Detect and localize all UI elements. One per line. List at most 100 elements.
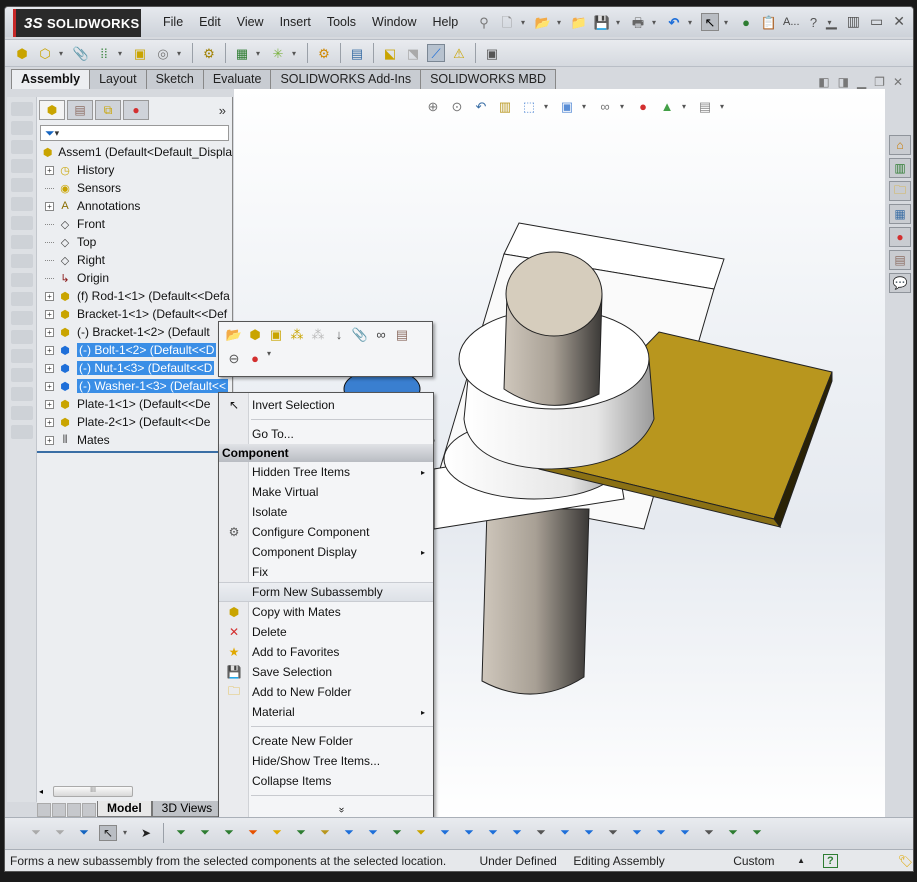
file-properties-icon[interactable]: 📋 xyxy=(760,13,778,31)
tile-right-icon[interactable]: ◨ xyxy=(838,75,849,89)
chevron-down-icon[interactable]: ▾ xyxy=(616,18,624,27)
tree-item-plate-2-1-default-de[interactable]: + ⬢ Plate-2<1> (Default<<De xyxy=(37,413,232,431)
dome-icon[interactable] xyxy=(10,349,33,363)
mate-icon[interactable]: 📎 xyxy=(72,44,90,62)
component-icon[interactable]: ▣ xyxy=(267,325,285,343)
menu-edit[interactable]: Edit xyxy=(191,15,229,29)
menu-item-delete[interactable]: ✕ Delete xyxy=(219,622,433,642)
minimize-doc-icon[interactable]: ▁ xyxy=(857,75,866,89)
open-icon[interactable]: 📂 xyxy=(534,13,552,31)
tab-solidworks-mbd[interactable]: SOLIDWORKS MBD xyxy=(420,69,557,89)
close-doc-icon[interactable]: ✕ xyxy=(893,75,903,89)
menu-item-create-new-folder[interactable]: Create New Folder xyxy=(219,731,433,751)
chamfer-icon[interactable] xyxy=(10,292,33,306)
rollback-bar[interactable] xyxy=(37,451,227,453)
tab-solidworks-add-ins[interactable]: SOLIDWORKS Add-Ins xyxy=(270,69,422,89)
tree-item-origin[interactable]: ↳ Origin xyxy=(37,269,232,287)
tree-item-f-rod-1-1-default-defa[interactable]: + ⬢ (f) Rod-1<1> (Default<<Defa xyxy=(37,287,232,305)
insert-components-icon[interactable]: ⬢ xyxy=(13,44,31,62)
chevron-down-icon[interactable]: ▾ xyxy=(267,349,275,367)
tree-item-sensors[interactable]: ◉ Sensors xyxy=(37,179,232,197)
boundary-icon[interactable] xyxy=(10,178,33,192)
expand-panel-icon[interactable]: » xyxy=(219,103,226,118)
selection-filter-icon[interactable]: ⏷ xyxy=(724,825,742,840)
view-mates-icon[interactable]: ∞ xyxy=(372,325,390,343)
tree-item-front[interactable]: ◇ Front xyxy=(37,215,232,233)
tree-item-nut-1-3-default-d[interactable]: + ⬢ (-) Nut-1<3> (Default<<D xyxy=(37,359,232,377)
menu-help[interactable]: Help xyxy=(425,15,467,29)
units-selector[interactable]: Custom xyxy=(733,854,797,868)
tree-item-bolt-1-2-default-d[interactable]: + ⬢ (-) Bolt-1<2> (Default<<D xyxy=(37,341,232,359)
chevron-down-icon[interactable]: ▾ xyxy=(118,49,126,58)
selection-filter-icon[interactable]: ⏷ xyxy=(652,825,670,840)
units-arrow-icon[interactable]: ▲ xyxy=(797,856,805,865)
menu-item-configure-component[interactable]: ⚙ Configure Component xyxy=(219,522,433,542)
selection-filter-icon[interactable]: ⏷ xyxy=(220,825,238,840)
save-icon[interactable]: 💾 xyxy=(593,13,611,31)
reference-geometry-icon[interactable]: ✳ xyxy=(269,44,287,62)
pattern-icon[interactable] xyxy=(10,311,33,325)
bolt-head-top[interactable] xyxy=(505,251,603,337)
appearance-icon[interactable]: ● xyxy=(246,349,264,367)
expand-icon[interactable]: + xyxy=(45,201,54,211)
tree-item-right[interactable]: ◇ Right xyxy=(37,251,232,269)
tab-sketch[interactable]: Sketch xyxy=(145,69,204,89)
selection-filter-icon[interactable]: ⏷ xyxy=(268,825,286,840)
reorder-icon[interactable]: ↓ xyxy=(330,325,348,343)
select-icon[interactable]: ↖ xyxy=(701,13,719,31)
expand-icon[interactable]: + xyxy=(45,327,54,337)
restore-doc-icon[interactable]: ❐ xyxy=(874,75,885,89)
tree-item-bracket-1-1-default-def[interactable]: + ⬢ Bracket-1<1> (Default<<Def xyxy=(37,305,232,323)
file-explorer-icon[interactable]: 🗀 xyxy=(889,181,911,201)
selection-filter-icon[interactable]: ⏷ xyxy=(436,825,454,840)
select-icon[interactable]: ↖ xyxy=(99,824,117,841)
explode-line-sketch-icon[interactable]: ⬔ xyxy=(404,44,422,62)
prev-tab-button[interactable] xyxy=(52,803,66,817)
selection-filter-icon[interactable]: ⏷ xyxy=(508,825,526,840)
expand-icon[interactable]: + xyxy=(45,435,54,445)
design-library-icon[interactable]: ▥ xyxy=(889,158,911,178)
edit-assembly-icon[interactable]: ⬢ xyxy=(246,325,264,343)
tree-item-bracket-1-2-default[interactable]: + ⬢ (-) Bracket-1<2> (Default xyxy=(37,323,232,341)
selection-filter-icon[interactable]: ⏷ xyxy=(748,825,766,840)
new-motion-study-icon[interactable]: ⚙ xyxy=(315,44,333,62)
zoom-to-selection-icon[interactable]: ⊖ xyxy=(225,349,243,367)
update-speedpak-icon[interactable]: ⚠ xyxy=(450,44,468,62)
revolve-icon[interactable] xyxy=(10,121,33,135)
cut-extrude-icon[interactable] xyxy=(10,216,33,230)
rebuild-icon[interactable]: ● xyxy=(737,13,755,31)
custom-properties-icon[interactable]: ▤ xyxy=(889,250,911,270)
selection-filter-icon[interactable]: ⏷ xyxy=(676,825,694,840)
wrap-icon[interactable] xyxy=(10,406,33,420)
tree-item-washer-1-3-default[interactable]: + ⬢ (-) Washer-1<3> (Default<< xyxy=(37,377,232,395)
selection-filter-icon[interactable]: ⏷ xyxy=(316,825,334,840)
properties-icon[interactable]: ▤ xyxy=(393,325,411,343)
extrude-icon[interactable] xyxy=(10,102,33,116)
menu-item-material[interactable]: Material ▸ xyxy=(219,702,433,722)
search-commands-text[interactable]: A... xyxy=(783,16,800,28)
pushpin-icon[interactable]: ⚲ xyxy=(475,13,493,31)
menu-item-hidden-tree-items[interactable]: Hidden Tree Items ▸ xyxy=(219,462,433,482)
intersect-icon[interactable] xyxy=(10,425,33,439)
tab-evaluate[interactable]: Evaluate xyxy=(202,69,272,89)
menu-file[interactable]: File xyxy=(155,15,191,29)
draft-icon[interactable] xyxy=(10,387,33,401)
selection-filter-icon[interactable]: ⏷ xyxy=(604,825,622,840)
selection-filter-icon[interactable]: ⏷ xyxy=(244,825,262,840)
chevron-down-icon[interactable]: ▾ xyxy=(177,49,185,58)
print-icon[interactable]: 🖶 xyxy=(629,13,647,31)
menu-item-component-display[interactable]: Component Display ▸ xyxy=(219,542,433,562)
menu-view[interactable]: View xyxy=(229,15,272,29)
expand-icon[interactable]: + xyxy=(45,291,54,301)
selection-filter-icon[interactable]: ⏷ xyxy=(292,825,310,840)
tree-item-mates[interactable]: + ⫴ Mates xyxy=(37,431,232,449)
menu-item-make-virtual[interactable]: Make Virtual xyxy=(219,482,433,502)
menu-item-add-to-new-folder[interactable]: 🗀 Add to New Folder xyxy=(219,682,433,702)
rod-shaft[interactable] xyxy=(481,508,590,695)
selection-filter-icon[interactable]: ⏷ xyxy=(340,825,358,840)
move-component-icon[interactable]: ◎ xyxy=(154,44,172,62)
select-all-filters-icon[interactable]: ⏷ xyxy=(75,825,93,840)
menu-item-collapse-items[interactable]: Collapse Items xyxy=(219,771,433,791)
menu-item-hide-show-tree-items[interactable]: Hide/Show Tree Items... xyxy=(219,751,433,771)
propertymanager-tab[interactable]: ▤ xyxy=(67,100,93,120)
